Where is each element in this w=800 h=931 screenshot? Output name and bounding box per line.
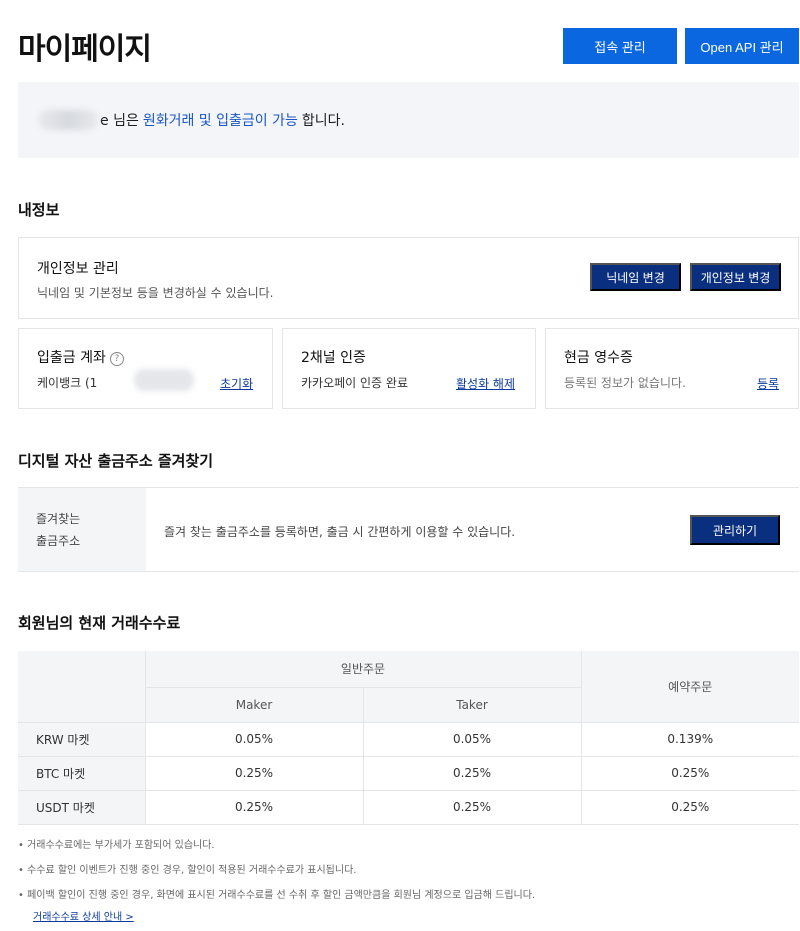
fee-maker: 0.25% bbox=[144, 756, 363, 791]
two-channel-title: 2채널 인증 bbox=[301, 350, 366, 366]
cash-receipt-title: 현금 영수증 bbox=[564, 350, 633, 366]
favorite-address-desc: 즐겨 찾는 출금주소를 등록하면, 출금 시 간편하게 이용할 수 있습니다. bbox=[164, 525, 516, 539]
fee-market: KRW 마켓 bbox=[18, 722, 145, 757]
fees-section-title: 회원님의 현재 거래수수료 bbox=[18, 614, 181, 632]
fee-taker: 0.05% bbox=[362, 722, 581, 757]
open-api-management-button[interactable]: Open API 관리 bbox=[685, 28, 799, 64]
page-title: 마이페이지 bbox=[18, 32, 152, 67]
fee-market: BTC 마켓 bbox=[18, 756, 145, 791]
change-nickname-button[interactable]: 닉네임 변경 bbox=[590, 263, 681, 291]
fee-maker: 0.25% bbox=[144, 790, 363, 825]
reset-account-link[interactable]: 초기화 bbox=[220, 375, 253, 392]
fee-note: • 페이백 할인이 진행 중인 경우, 화면에 표시된 거래수수료를 선 수취 … bbox=[18, 890, 536, 901]
fee-detail-link[interactable]: 거래수수료 상세 안내 > bbox=[33, 908, 134, 923]
favorites-section-title: 디지털 자산 출금주소 즐겨찾기 bbox=[18, 452, 214, 470]
fee-header-general: 일반주문 bbox=[144, 651, 581, 688]
fee-reserved: 0.139% bbox=[580, 722, 799, 757]
fee-reserved: 0.25% bbox=[580, 790, 799, 825]
deposit-account-card: 입출금 계좌? 케이뱅크 (1 초기화 bbox=[18, 328, 273, 409]
masked-username bbox=[38, 110, 98, 130]
my-info-section-title: 내정보 bbox=[18, 201, 60, 219]
account-status-banner: e 님은 원화거래 및 입출금이 가능 합니다. bbox=[18, 82, 799, 158]
deposit-account-title: 입출금 계좌? bbox=[37, 347, 124, 367]
table-row: USDT 마켓 0.25% 0.25% 0.25% bbox=[18, 790, 799, 825]
fee-taker: 0.25% bbox=[362, 790, 581, 825]
table-row: BTC 마켓 0.25% 0.25% 0.25% bbox=[18, 756, 799, 791]
fee-note: • 거래수수료에는 부가세가 포함되어 있습니다. bbox=[18, 840, 215, 851]
register-link[interactable]: 등록 bbox=[757, 375, 779, 392]
privacy-desc: 닉네임 및 기본정보 등을 변경하실 수 있습니다. bbox=[37, 286, 274, 300]
fee-table: 일반주문 예약주문 Maker Taker KRW 마켓 0.05% 0.05%… bbox=[18, 651, 799, 825]
privacy-title: 개인정보 관리 bbox=[37, 261, 119, 277]
two-channel-card: 2채널 인증 카카오페이 인증 완료 활성화 해제 bbox=[282, 328, 536, 409]
status-suffix: e 님은 bbox=[100, 113, 139, 129]
status-end: 합니다. bbox=[301, 113, 345, 129]
manage-addresses-button[interactable]: 관리하기 bbox=[690, 515, 780, 545]
favorite-address-label: 즐겨찾는 출금주소 bbox=[18, 488, 146, 571]
change-personal-info-button[interactable]: 개인정보 변경 bbox=[690, 263, 781, 291]
deactivate-link[interactable]: 활성화 해제 bbox=[456, 375, 515, 392]
fee-note: • 수수료 할인 이벤트가 진행 중인 경우, 할인이 적용된 거래수수료가 표… bbox=[18, 865, 357, 876]
fee-taker: 0.25% bbox=[362, 756, 581, 791]
help-icon[interactable]: ? bbox=[109, 352, 124, 366]
access-management-button[interactable]: 접속 관리 bbox=[563, 28, 677, 64]
two-channel-value: 카카오페이 인증 완료 bbox=[301, 376, 408, 390]
fee-header-maker: Maker bbox=[144, 686, 363, 723]
privacy-card: 개인정보 관리 닉네임 및 기본정보 등을 변경하실 수 있습니다. 닉네임 변… bbox=[18, 237, 799, 319]
status-link[interactable]: 원화거래 및 입출금이 가능 bbox=[143, 110, 298, 130]
fee-header-taker: Taker bbox=[362, 686, 581, 723]
cash-receipt-value: 등록된 정보가 없습니다. bbox=[564, 376, 686, 390]
fee-header-reserved: 예약주문 bbox=[580, 651, 799, 723]
fee-header-empty bbox=[18, 651, 145, 723]
table-row: KRW 마켓 0.05% 0.05% 0.139% bbox=[18, 722, 799, 757]
cash-receipt-card: 현금 영수증 등록된 정보가 없습니다. 등록 bbox=[545, 328, 799, 409]
fee-market: USDT 마켓 bbox=[18, 790, 145, 825]
favorite-address-box: 즐겨찾는 출금주소 즐겨 찾는 출금주소를 등록하면, 출금 시 간편하게 이용… bbox=[18, 487, 799, 572]
deposit-account-value: 케이뱅크 (1 bbox=[37, 376, 98, 390]
fee-maker: 0.05% bbox=[144, 722, 363, 757]
fee-reserved: 0.25% bbox=[580, 756, 799, 791]
masked-account-number bbox=[134, 369, 194, 391]
